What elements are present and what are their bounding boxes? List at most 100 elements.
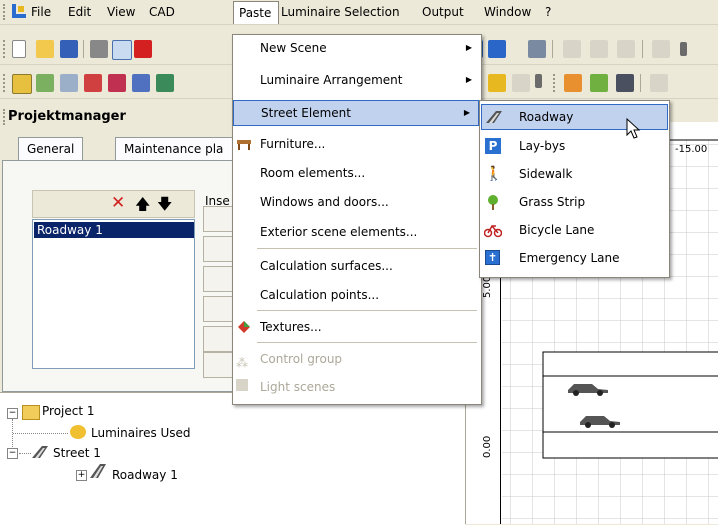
menu-item-textures[interactable]: Textures... [234,315,480,339]
control-group-icon: ⁂ [236,356,248,370]
menu-separator [257,310,477,311]
tree-item-project[interactable]: Project 1 [42,402,95,420]
toolbar-grip[interactable] [3,40,8,58]
menu-output[interactable]: Output [422,5,464,19]
tree-line [13,433,68,435]
menu-item-windows-doors[interactable]: Windows and doors... [234,190,480,214]
side-button[interactable] [203,296,235,322]
collapse-icon[interactable]: − [7,448,18,459]
menu-paste[interactable]: Paste [233,1,279,24]
menu-view[interactable]: View [107,5,135,19]
print-icon[interactable] [90,40,108,58]
car-icon [566,380,610,396]
submenu-arrow-icon: ▶ [463,108,470,117]
toolbar-overflow-icon[interactable] [535,74,542,88]
menu-file[interactable]: File [31,5,51,19]
menu-item-control-group: ⁂ Control group [236,352,343,370]
menu-luminaire-selection[interactable]: Luminaire Selection [281,5,400,19]
print-preview-icon[interactable] [112,40,132,60]
list-item-selected[interactable]: Roadway 1 [34,222,194,238]
menu-item-room-elements[interactable]: Room elements... [234,161,480,185]
tab-general[interactable]: General [18,137,84,160]
3d-box-icon[interactable] [488,40,506,58]
furniture-icon [236,136,252,152]
menu-item-luminaire-arrangement[interactable]: Luminaire Arrangement ▶ [234,68,480,92]
toolbar-grip[interactable] [553,74,558,92]
menu-item-calculation-surfaces[interactable]: Calculation surfaces... [234,254,480,278]
menu-item-furniture[interactable]: Furniture... [234,132,480,156]
collapse-icon[interactable]: − [7,408,18,419]
menu-item-street-element[interactable]: Street Element ▶ [233,100,479,126]
menu-item-exterior-scene-elements[interactable]: Exterior scene elements... [234,220,480,244]
plant-icon[interactable] [590,74,608,92]
projektmanager-title: Projektmanager [8,109,126,124]
luminaires-used-icon [70,425,86,439]
menu-item-calculation-points[interactable]: Calculation points... [234,283,480,307]
tool-red-icon[interactable] [84,74,102,92]
save-icon[interactable] [60,40,78,58]
menubar-grip[interactable] [3,4,8,20]
zoom-icon[interactable] [528,40,546,58]
street-icon [32,446,48,458]
element-list[interactable]: Roadway 1 [32,219,195,369]
tree-line [19,453,31,455]
submenu-arrow-icon: ▶ [465,75,472,84]
arrangement-icon[interactable] [36,74,54,92]
side-button[interactable] [203,326,235,352]
tab-maintenance-plan[interactable]: Maintenance pla [115,137,247,160]
toolbar-overflow-icon[interactable] [680,42,687,56]
tool-red2-icon[interactable] [108,74,126,92]
menu-window[interactable]: Window [484,5,531,19]
light-scenes-icon [236,379,248,391]
tool-disabled-icon [650,74,668,92]
arrow-down-icon[interactable]: 🡇 [157,194,172,219]
tool-disabled-icon [617,40,635,58]
menu-edit[interactable]: Edit [68,5,91,19]
tree-item-street[interactable]: Street 1 [53,444,101,462]
expand-icon[interactable]: + [76,470,87,481]
submenu-item-sidewalk[interactable]: 🚶 Sidewalk [481,162,668,186]
tree-item-roadway[interactable]: Roadway 1 [112,466,178,484]
tree-item-luminaires-used[interactable]: Luminaires Used [91,424,191,442]
luminaire-select-icon[interactable] [12,74,32,94]
open-folder-icon[interactable] [36,40,54,58]
submenu-item-emergency-lane[interactable]: ✝ Emergency Lane [481,246,668,270]
tool-disabled-icon [652,40,670,58]
toolbar-grip[interactable] [3,74,8,92]
menu-help[interactable]: ? [545,5,551,19]
menu-separator [257,342,477,343]
side-button[interactable] [203,352,235,378]
arrow-up-icon[interactable]: 🡅 [135,194,150,219]
menu-cad[interactable]: CAD [149,5,175,19]
roadway-icon [90,464,106,478]
tool-disabled-icon [563,40,581,58]
light-icon[interactable] [488,74,506,92]
tool-blue-icon[interactable] [132,74,150,92]
object-icon[interactable] [564,74,582,92]
submenu-item-bicycle-lane[interactable]: Bicycle Lane [481,218,668,242]
mouse-cursor-icon [626,117,642,142]
delete-icon[interactable]: ✕ [111,193,125,213]
submenu-item-grass-strip[interactable]: Grass Strip [481,190,668,214]
grass-strip-icon [485,194,501,210]
folder-icon [22,405,40,420]
toolbar-separator [640,74,641,92]
tool-green-icon[interactable] [156,74,174,92]
menu-item-new-scene[interactable]: New Scene ▶ [234,36,480,60]
ruler-label-0: 0.00 [482,435,493,458]
street-icon[interactable] [616,74,634,92]
side-button[interactable] [203,236,235,262]
projektmanager-tabs: General Maintenance pla [0,131,247,161]
app-icon [12,4,26,18]
emergency-lane-icon: ✝ [485,250,500,265]
menu-bar: File Edit View CAD Paste Luminaire Selec… [0,0,718,25]
toolbar-separator [642,40,643,58]
side-button[interactable] [203,266,235,292]
pdf-icon[interactable] [134,40,152,58]
lay-bys-icon: P [485,138,501,154]
paste-menu: New Scene ▶ Luminaire Arrangement ▶ Stre… [232,34,482,405]
select-icon[interactable] [60,74,78,92]
new-file-icon[interactable] [12,40,26,58]
side-button[interactable] [203,206,235,232]
project-tree: − Project 1 Luminaires Used − Street 1 +… [0,392,465,525]
